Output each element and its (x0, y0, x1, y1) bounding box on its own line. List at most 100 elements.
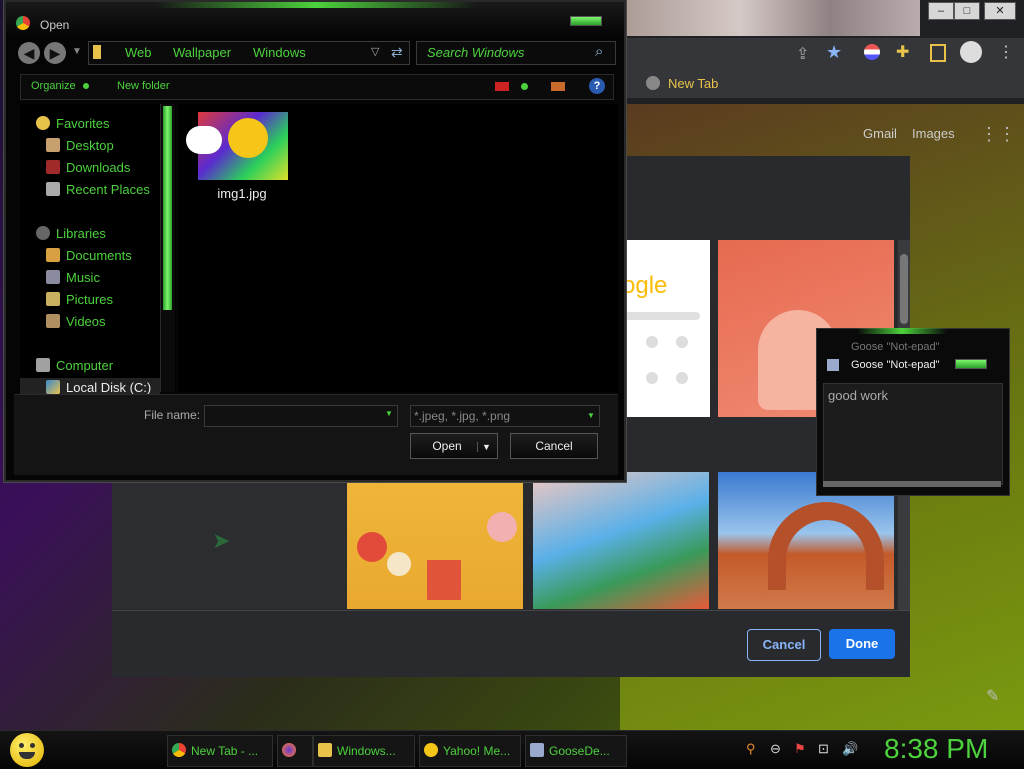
help-icon[interactable]: ? (589, 78, 605, 94)
task-yahoo-messenger[interactable]: Yahoo! Me... (419, 735, 521, 767)
notepad-icon (827, 359, 839, 371)
nav-downloads[interactable]: Downloads (46, 160, 130, 175)
yahoo-smiley-icon (424, 743, 438, 757)
task-windows-explorer[interactable]: Windows... (313, 735, 415, 767)
task-goose-desktop[interactable]: GooseDe... (525, 735, 627, 767)
extensions-icon[interactable]: ✚ (896, 42, 909, 62)
nav-documents[interactable]: Documents (46, 248, 132, 263)
task-label: Yahoo! Me... (443, 744, 511, 758)
view-dot-icon (521, 83, 528, 90)
flower-shape (487, 512, 517, 542)
notepad-titlebar[interactable]: Goose "Not-epad" (817, 351, 1009, 379)
search-input[interactable]: Search Windows (427, 45, 524, 60)
shortcut-dot (676, 372, 688, 384)
action-center-flag-icon[interactable]: ⚑ (794, 741, 806, 757)
recent-dropdown-icon[interactable]: ▼ (72, 46, 82, 57)
edit-pencil-icon[interactable]: ✎ (986, 686, 999, 706)
breadcrumb-web[interactable]: Web (125, 45, 152, 60)
open-button-label: Open (432, 439, 462, 453)
nav-label: Desktop (66, 138, 114, 153)
bookmark-star-icon[interactable]: ★ (826, 42, 842, 63)
scrollbar-thumb[interactable] (900, 254, 908, 324)
forward-arrow-icon[interactable]: ▶ (44, 42, 66, 64)
background-thumb-leaves[interactable] (533, 472, 709, 609)
address-bar[interactable]: Web Wallpaper Windows ▽ ⇄ (88, 41, 410, 65)
breadcrumb-wallpaper[interactable]: Wallpaper (173, 45, 231, 60)
nav-music[interactable]: Music (46, 270, 100, 285)
smiley-mouth (19, 752, 35, 759)
view-options-icon[interactable] (495, 82, 509, 91)
close-icon[interactable] (955, 359, 987, 369)
close-icon[interactable]: ✕ (984, 2, 1016, 20)
nav-libraries[interactable]: Libraries (36, 226, 106, 241)
nav-videos[interactable]: Videos (46, 314, 106, 329)
filename-input[interactable]: ▼ (204, 405, 398, 427)
bookmark-new-tab[interactable]: New Tab (668, 76, 718, 91)
notepad-scrollbar[interactable] (823, 481, 1001, 487)
dialog-titlebar[interactable]: Open (6, 2, 624, 36)
filename-dropdown-icon[interactable]: ▼ (385, 409, 393, 418)
volume-icon[interactable]: 🔊 (842, 741, 858, 757)
nav-scrollbar[interactable] (160, 104, 175, 392)
nav-pictures[interactable]: Pictures (46, 292, 113, 307)
maximize-icon[interactable]: □ (954, 2, 980, 20)
search-tray-icon[interactable]: ⚲ (746, 741, 756, 757)
nav-label: Local Disk (C:) (66, 380, 152, 395)
menu-icon[interactable]: ⋮ (998, 42, 1014, 62)
shortcut-dot (646, 336, 658, 348)
cursor-icon: ➤ (212, 528, 231, 553)
nav-label: Favorites (56, 116, 110, 131)
profile-flag-icon[interactable] (864, 44, 880, 60)
nav-recent-places[interactable]: Recent Places (46, 182, 150, 197)
background-thumb-flowers[interactable] (347, 472, 523, 609)
cancel-button[interactable]: Cancel (510, 433, 598, 459)
music-icon (46, 270, 60, 284)
back-arrow-icon[interactable]: ◀ (18, 42, 40, 64)
open-dropdown-icon[interactable]: ▼ (477, 442, 491, 452)
task-chrome[interactable]: New Tab - ... (167, 735, 273, 767)
address-dropdown-icon[interactable]: ▽ (371, 45, 379, 58)
goose-notepad-window: Goose "Not-epad" Goose "Not-epad" good w… (816, 328, 1010, 496)
done-button[interactable]: Done (829, 629, 895, 659)
breadcrumb-windows[interactable]: Windows (253, 45, 306, 60)
background-thumb-dark[interactable]: ➤ (112, 472, 347, 609)
search-box[interactable]: Search Windows ⌕ (416, 41, 616, 65)
clock[interactable]: 8:38 PM (884, 733, 988, 765)
images-link[interactable]: Images (912, 126, 955, 141)
profile-avatar-icon[interactable] (960, 41, 982, 63)
scrollbar-thumb[interactable] (163, 106, 172, 310)
close-icon[interactable] (570, 16, 602, 26)
notepad-title: Goose "Not-epad" (851, 359, 940, 371)
search-icon[interactable]: ⌕ (595, 43, 603, 60)
network-icon[interactable]: ⊡ (818, 741, 829, 757)
share-icon[interactable]: ⇪ (796, 44, 809, 64)
videos-icon (46, 314, 60, 328)
side-panel-icon[interactable] (930, 44, 946, 62)
task-firefox[interactable] (277, 735, 313, 767)
command-bar: Organize New folder ? (20, 74, 614, 100)
start-button[interactable] (10, 733, 44, 767)
smiley-eye (19, 743, 24, 748)
messenger-tray-icon[interactable]: ⊖ (770, 741, 781, 757)
file-item[interactable]: img1.jpg (186, 110, 290, 210)
preview-pane-icon[interactable] (551, 82, 565, 91)
chrome-icon (172, 743, 186, 757)
cancel-button[interactable]: Cancel (747, 629, 821, 661)
notepad-textarea[interactable]: good work (823, 383, 1003, 485)
title-glow (857, 328, 947, 334)
file-type-select[interactable]: *.jpeg, *.jpg, *.png ▼ (410, 405, 600, 427)
file-type-dropdown-icon[interactable]: ▼ (587, 406, 595, 426)
gmail-link[interactable]: Gmail (863, 126, 897, 141)
navigation-pane: Favorites Desktop Downloads Recent Place… (20, 104, 176, 398)
file-name: img1.jpg (217, 186, 267, 201)
background-thumb-google[interactable]: ogle (620, 240, 710, 417)
minimize-icon[interactable]: – (928, 2, 954, 20)
new-folder-button[interactable]: New folder (117, 80, 170, 92)
refresh-icon[interactable]: ⇄ (391, 44, 403, 61)
nav-favorites[interactable]: Favorites (36, 116, 109, 131)
nav-desktop[interactable]: Desktop (46, 138, 114, 153)
open-button[interactable]: Open ▼ (410, 433, 498, 459)
apps-grid-icon[interactable]: ⋮⋮⋮ (980, 124, 1024, 145)
nav-computer[interactable]: Computer (36, 358, 113, 373)
organize-button[interactable]: Organize (31, 80, 76, 92)
